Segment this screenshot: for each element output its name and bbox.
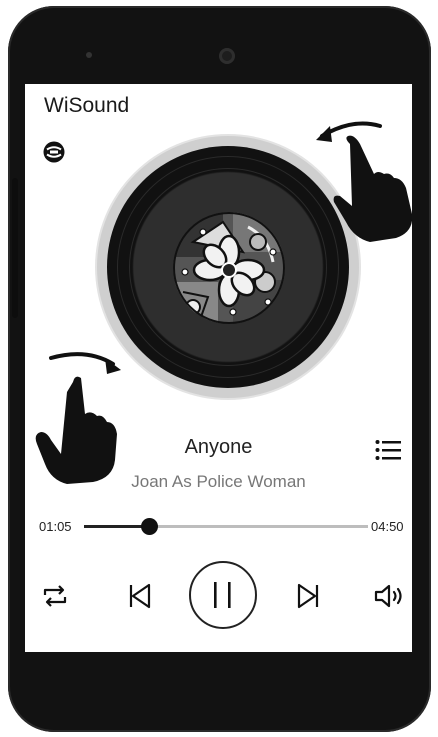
pause-button[interactable] [189, 561, 257, 629]
previous-icon[interactable] [128, 583, 152, 609]
repeat-icon[interactable] [42, 584, 68, 608]
screen: WiSound Anyone Joan As Police Woman 01:0… [25, 84, 412, 652]
proximity-sensor [86, 52, 92, 58]
pause-icon [214, 582, 231, 608]
track-title: Anyone [184, 436, 253, 458]
next-icon[interactable] [296, 583, 320, 609]
progress-knob[interactable] [140, 518, 158, 535]
total-time: 04:50 [371, 519, 404, 534]
side-button [12, 178, 18, 318]
current-time: 01:05 [39, 519, 72, 534]
swipe-hand-icon [35, 376, 117, 484]
progress-bar[interactable] [84, 525, 368, 528]
app-title: WiSound [44, 94, 130, 117]
front-camera [219, 48, 235, 64]
album-art [173, 212, 285, 324]
track-artist: Joan As Police Woman [131, 472, 306, 491]
progress-fill [84, 525, 150, 528]
swipe-hand-icon [333, 135, 412, 242]
app-logo-icon [43, 141, 65, 163]
volume-icon[interactable] [374, 584, 406, 608]
playlist-icon[interactable] [375, 439, 401, 461]
